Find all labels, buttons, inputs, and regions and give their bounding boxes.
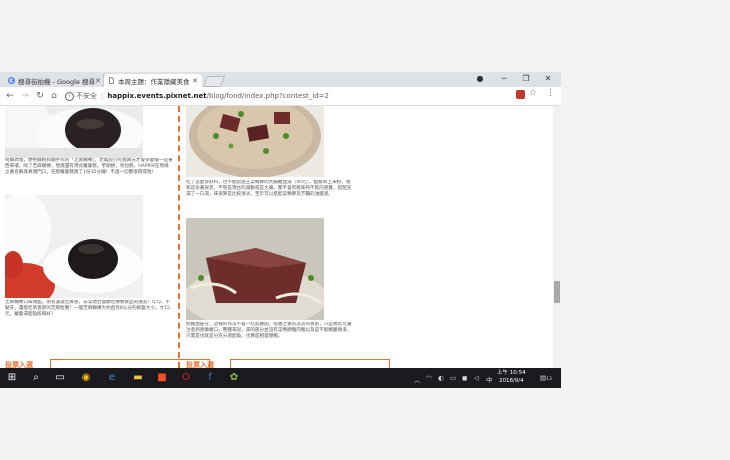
soup-photo: [186, 106, 324, 177]
battery-icon[interactable]: ▭: [450, 374, 456, 382]
google-icon: [8, 77, 15, 84]
volume-icon[interactable]: ◁: [474, 374, 479, 382]
clock-date: 2018/9/4: [498, 377, 524, 384]
edge-icon[interactable]: e: [106, 372, 118, 384]
article-caption: 吃了這麼多好料，也不能錯過王菜鴨脾的大腸豬血湯（40元），配飯和上米粉，我和這份…: [186, 180, 352, 198]
office-store-icon[interactable]: ■: [156, 372, 168, 384]
new-tab-button[interactable]: [202, 76, 226, 87]
browser-window: 搜尋街拍機 - Google 搜尋 ✕ 本周主題：作業隱藏美食 ✕ ● ─ ❐ …: [0, 72, 561, 388]
address-bar[interactable]: i 不安全 | happix.events.pixnet.net/blog/food…: [62, 89, 542, 103]
windows-start-icon[interactable]: ⊞: [6, 372, 18, 384]
browser-toolbar: ← → ↻ ⌂ i 不安全 | happix.events.pixnet.net/b…: [0, 87, 561, 106]
article-caption: 芝麻糊裸口味微甜，帶有濃濃芝麻香，非常適合喜歡吃裸類食品的朋友！Q Q，不黏牙，…: [5, 300, 170, 318]
maximize-button[interactable]: ❐: [519, 74, 533, 83]
security-label: 不安全: [76, 92, 97, 100]
article-caption: 荷嫩玫瑰，便把麵粉和麵手作的「芝麻糊裸」，老闆說只有我兩夫才會多麼嚐一些東西來嚐…: [5, 158, 173, 176]
dessert-photo-1: [5, 106, 143, 158]
tab-active-page[interactable]: 本周主題：作業隱藏美食 ✕: [104, 74, 202, 87]
forward-arrow-icon[interactable]: →: [19, 90, 31, 102]
chrome-icon[interactable]: ◉: [80, 372, 92, 384]
file-explorer-icon[interactable]: ▬: [132, 372, 144, 384]
tray-app-icon[interactable]: ◐: [438, 374, 444, 382]
task-view-icon[interactable]: ▭: [54, 372, 66, 384]
vote-box[interactable]: [230, 359, 390, 368]
tab-label: 搜尋街拍機 - Google 搜尋: [18, 77, 95, 86]
vertical-scrollbar[interactable]: [553, 106, 561, 368]
column-divider: [178, 106, 180, 368]
home-icon[interactable]: ⌂: [48, 90, 60, 102]
close-window-button[interactable]: ✕: [541, 74, 555, 83]
tab-close-icon[interactable]: ✕: [95, 77, 101, 85]
language-icon[interactable]: 中: [486, 374, 493, 384]
tab-label: 本周主題：作業隱藏美食: [118, 77, 190, 86]
page-icon: [109, 77, 114, 84]
windows-taskbar: ⊞ ⌕ ▭ ◉ e ▬ ■ O f ✿ ︿ ◠ ◐ ▭ ◼ ◁ 中 上午 10:…: [0, 368, 561, 388]
tray-app-icon-2[interactable]: ◼: [462, 374, 467, 382]
network-icon[interactable]: ◠: [426, 374, 432, 382]
show-hidden-icons-icon[interactable]: ︿: [414, 374, 421, 384]
tab-close-icon[interactable]: ✕: [192, 77, 198, 85]
dessert-photo-2: [5, 195, 143, 298]
facebook-icon[interactable]: f: [204, 372, 216, 384]
search-icon[interactable]: ⌕: [30, 372, 42, 384]
article-caption: 而豬血部分，這裡的作法不會一吃就散開，咀嚼之後有淡淡的香氣，只是偶吃可讓注意到香…: [186, 322, 352, 340]
notification-count: 13: [546, 377, 552, 382]
clock-time: 上午 10:54: [497, 370, 526, 376]
tab-google-search[interactable]: 搜尋街拍機 - Google 搜尋 ✕: [4, 74, 104, 87]
opera-icon[interactable]: O: [180, 372, 192, 384]
app-icon[interactable]: ✿: [228, 372, 240, 384]
page-content: 荷嫩玫瑰，便把麵粉和麵手作的「芝麻糊裸」，老闆說只有我兩夫才會多麼嚐一些東西來嚐…: [0, 106, 553, 368]
scrollbar-thumb[interactable]: [554, 281, 560, 303]
profile-icon[interactable]: ●: [473, 74, 487, 83]
back-arrow-icon[interactable]: ←: [4, 90, 16, 102]
url-host: happix.events.pixnet.net: [107, 92, 207, 100]
pork-blood-photo: [186, 218, 324, 320]
info-icon[interactable]: i: [65, 92, 74, 101]
vote-label: 投票入選: [5, 361, 33, 368]
vote-label: 投票入選: [186, 361, 214, 368]
notification-center-icon[interactable]: ▤13: [540, 374, 552, 382]
reload-icon[interactable]: ↻: [34, 90, 46, 102]
menu-icon[interactable]: ⋮: [546, 88, 555, 98]
minimize-button[interactable]: ─: [497, 74, 511, 83]
extension-icon[interactable]: [516, 90, 525, 99]
taskbar-clock[interactable]: 上午 10:54 2018/9/4: [497, 370, 526, 385]
tab-strip: 搜尋街拍機 - Google 搜尋 ✕ 本周主題：作業隱藏美食 ✕ ● ─ ❐ …: [0, 72, 561, 87]
bookmark-star-icon[interactable]: ☆: [529, 88, 537, 98]
url-path: /blog/food/index.php?contest_id=2: [206, 92, 329, 100]
